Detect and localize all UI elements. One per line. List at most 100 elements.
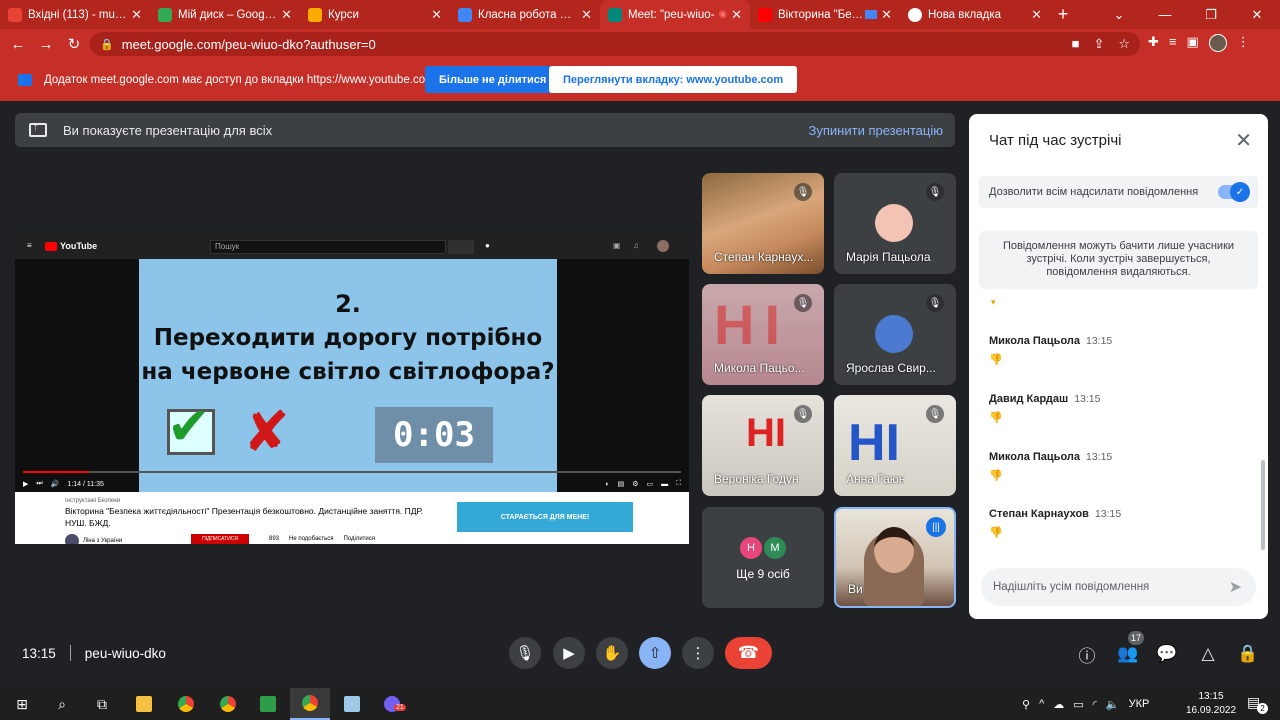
viber-icon[interactable]: 21: [372, 688, 412, 720]
tab-search-icon[interactable]: ⌄: [1096, 0, 1142, 29]
microphone-button[interactable]: 🎙: [509, 637, 541, 669]
close-icon[interactable]: ✕: [731, 7, 742, 23]
app-icon-green[interactable]: [248, 688, 288, 720]
close-icon[interactable]: ✕: [881, 7, 892, 23]
thumbs-down-emoji: 👎: [989, 412, 1003, 424]
view-shared-tab-button[interactable]: Переглянути вкладку: www.youtube.com: [549, 66, 798, 93]
url-bar[interactable]: 🔒 meet.google.com/peu-wiuo-dko?authuser=…: [90, 32, 1140, 56]
browser-tab-bar: Вхідні (113) - murosla ✕ Мій диск – Goog…: [0, 0, 1280, 29]
chrome-active-icon[interactable]: [290, 688, 330, 720]
host-controls-button[interactable]: 🔒: [1237, 643, 1259, 665]
video-time: 1:14 / 11:35: [67, 480, 104, 488]
bookmark-star-icon[interactable]: ☆: [1118, 36, 1130, 52]
camera-in-use-icon[interactable]: ■: [1072, 36, 1080, 52]
leave-call-button[interactable]: ☎: [725, 637, 772, 669]
extensions-icon[interactable]: ✚: [1148, 34, 1159, 52]
send-icon[interactable]: ➤: [1229, 577, 1242, 597]
close-icon[interactable]: ✕: [581, 7, 592, 23]
participant-tile[interactable]: 🎙 Марія Пацьола: [834, 173, 956, 274]
more-participants-tile[interactable]: Н М Ще 9 осіб: [702, 507, 824, 608]
self-view-tile[interactable]: ||| Ви: [834, 507, 956, 608]
tab-google-drive[interactable]: Мій диск – Google Д ✕: [150, 0, 300, 29]
task-view-icon[interactable]: ⧉: [82, 688, 122, 720]
tab-classwork[interactable]: Класна робота для к ✕: [450, 0, 600, 29]
present-now-button[interactable]: ⇧: [639, 637, 671, 669]
channel-avatar: [65, 534, 79, 544]
microphone-icon: 🎙: [515, 645, 535, 662]
notepad-icon[interactable]: [332, 688, 372, 720]
forward-icon[interactable]: →: [32, 30, 60, 58]
file-explorer-icon[interactable]: [124, 688, 164, 720]
minimize-icon[interactable]: —: [1142, 0, 1188, 29]
participant-name: Микола Пацьо...: [714, 361, 805, 375]
meeting-details-button[interactable]: ⓘ: [1076, 643, 1098, 666]
meeting-details: 13:15 peu-wiuo-dko: [22, 645, 166, 661]
battery-icon[interactable]: ▭: [1073, 698, 1083, 711]
video-category: Інструктажі Безпеки: [65, 498, 121, 504]
lock-icon[interactable]: 🔒: [100, 38, 114, 51]
menu-kebab-icon[interactable]: ⋮: [1237, 34, 1250, 52]
channel-avatar-icon: [657, 240, 669, 252]
back-icon[interactable]: ←: [4, 30, 32, 58]
activities-button[interactable]: △: [1197, 643, 1219, 665]
chat-message-input[interactable]: Надішліть усім повідомлення ➤: [981, 568, 1256, 606]
share-page-icon[interactable]: ⇪: [1093, 36, 1104, 52]
close-window-icon[interactable]: ✕: [1234, 0, 1280, 29]
participant-tile[interactable]: НІ 🎙 Анна Гаюн: [834, 395, 956, 496]
camera-button[interactable]: ▶: [553, 637, 585, 669]
participant-avatar: [875, 204, 913, 242]
windows-start-icon[interactable]: ⊞: [2, 688, 42, 720]
youtube-header: ≡ YouTube Пошук ● ▣ ♫: [15, 235, 689, 259]
close-icon[interactable]: ✕: [431, 7, 442, 23]
profile-avatar[interactable]: [1208, 34, 1227, 52]
side-panel-icon[interactable]: ▣: [1187, 34, 1199, 52]
voice-search-icon: ●: [485, 241, 490, 250]
create-video-icon: ▣: [613, 241, 621, 250]
tab-title: Курси: [328, 8, 359, 21]
chat-button[interactable]: 💬: [1156, 643, 1178, 665]
participant-tile[interactable]: НІ 🎙 Микола Пацьо...: [702, 284, 824, 385]
participant-name: Анна Гаюн: [846, 472, 906, 486]
tab-meet[interactable]: Meet: "peu-wiuo- ◉ ✕: [600, 0, 750, 29]
stop-sharing-button[interactable]: Більше не ділитися: [425, 66, 561, 93]
fullscreen-icon: ⛶: [676, 480, 681, 487]
volume-icon[interactable]: 🔈: [1106, 698, 1120, 711]
people-tray-icon[interactable]: ⚲: [1022, 698, 1030, 711]
close-icon[interactable]: ✕: [281, 7, 292, 23]
tab-title: Вікторина "Безпе: [778, 8, 864, 21]
tab-youtube-quiz[interactable]: Вікторина "Безпе ✕: [750, 0, 900, 29]
chat-icon: 💬: [1156, 644, 1178, 663]
question-number: 2.: [335, 290, 361, 318]
participant-tile[interactable]: 🎙 Ярослав Свир...: [834, 284, 956, 385]
keyboard-language[interactable]: УКР: [1129, 698, 1150, 710]
tab-gmail[interactable]: Вхідні (113) - murosla ✕: [0, 0, 150, 29]
chrome-profile-icon[interactable]: [208, 688, 248, 720]
people-button[interactable]: 👥: [1117, 643, 1139, 665]
raise-hand-button[interactable]: ✋: [596, 637, 628, 669]
stop-presenting-link[interactable]: Зупинити презентацію: [809, 123, 943, 138]
youtube-logo: YouTube: [45, 241, 97, 251]
tab-new-tab[interactable]: Нова вкладка ✕: [900, 0, 1050, 29]
search-icon[interactable]: ⌕: [42, 688, 82, 720]
more-options-button[interactable]: ⋮: [682, 637, 714, 669]
show-hidden-icons-icon[interactable]: ^: [1039, 698, 1044, 710]
maximize-icon[interactable]: ❐: [1188, 0, 1234, 29]
close-icon[interactable]: ✕: [1235, 128, 1252, 153]
new-tab-button[interactable]: +: [1050, 0, 1076, 29]
tab-classroom[interactable]: Курси ✕: [300, 0, 450, 29]
taskbar-clock[interactable]: 13:15 16.09.2022: [1186, 690, 1236, 718]
participant-tile[interactable]: 🎙 Степан Карнаух...: [702, 173, 824, 274]
reading-list-icon[interactable]: ≡: [1169, 34, 1177, 52]
chrome-icon[interactable]: [166, 688, 206, 720]
allow-messages-toggle[interactable]: ✓: [1218, 182, 1250, 202]
notifications-bell-icon: ♫: [633, 241, 639, 250]
close-icon[interactable]: ✕: [1031, 7, 1042, 23]
reload-icon[interactable]: ↻: [60, 30, 88, 58]
chat-scrollbar[interactable]: [1261, 460, 1265, 550]
onedrive-icon[interactable]: ☁: [1053, 698, 1064, 711]
participant-tile[interactable]: НІ 🎙 Вероніка Годун: [702, 395, 824, 496]
meet-icon: [608, 7, 622, 22]
hand-icon: ✋: [602, 645, 622, 662]
close-icon[interactable]: ✕: [131, 7, 142, 23]
wifi-icon[interactable]: ◜: [1093, 698, 1097, 711]
